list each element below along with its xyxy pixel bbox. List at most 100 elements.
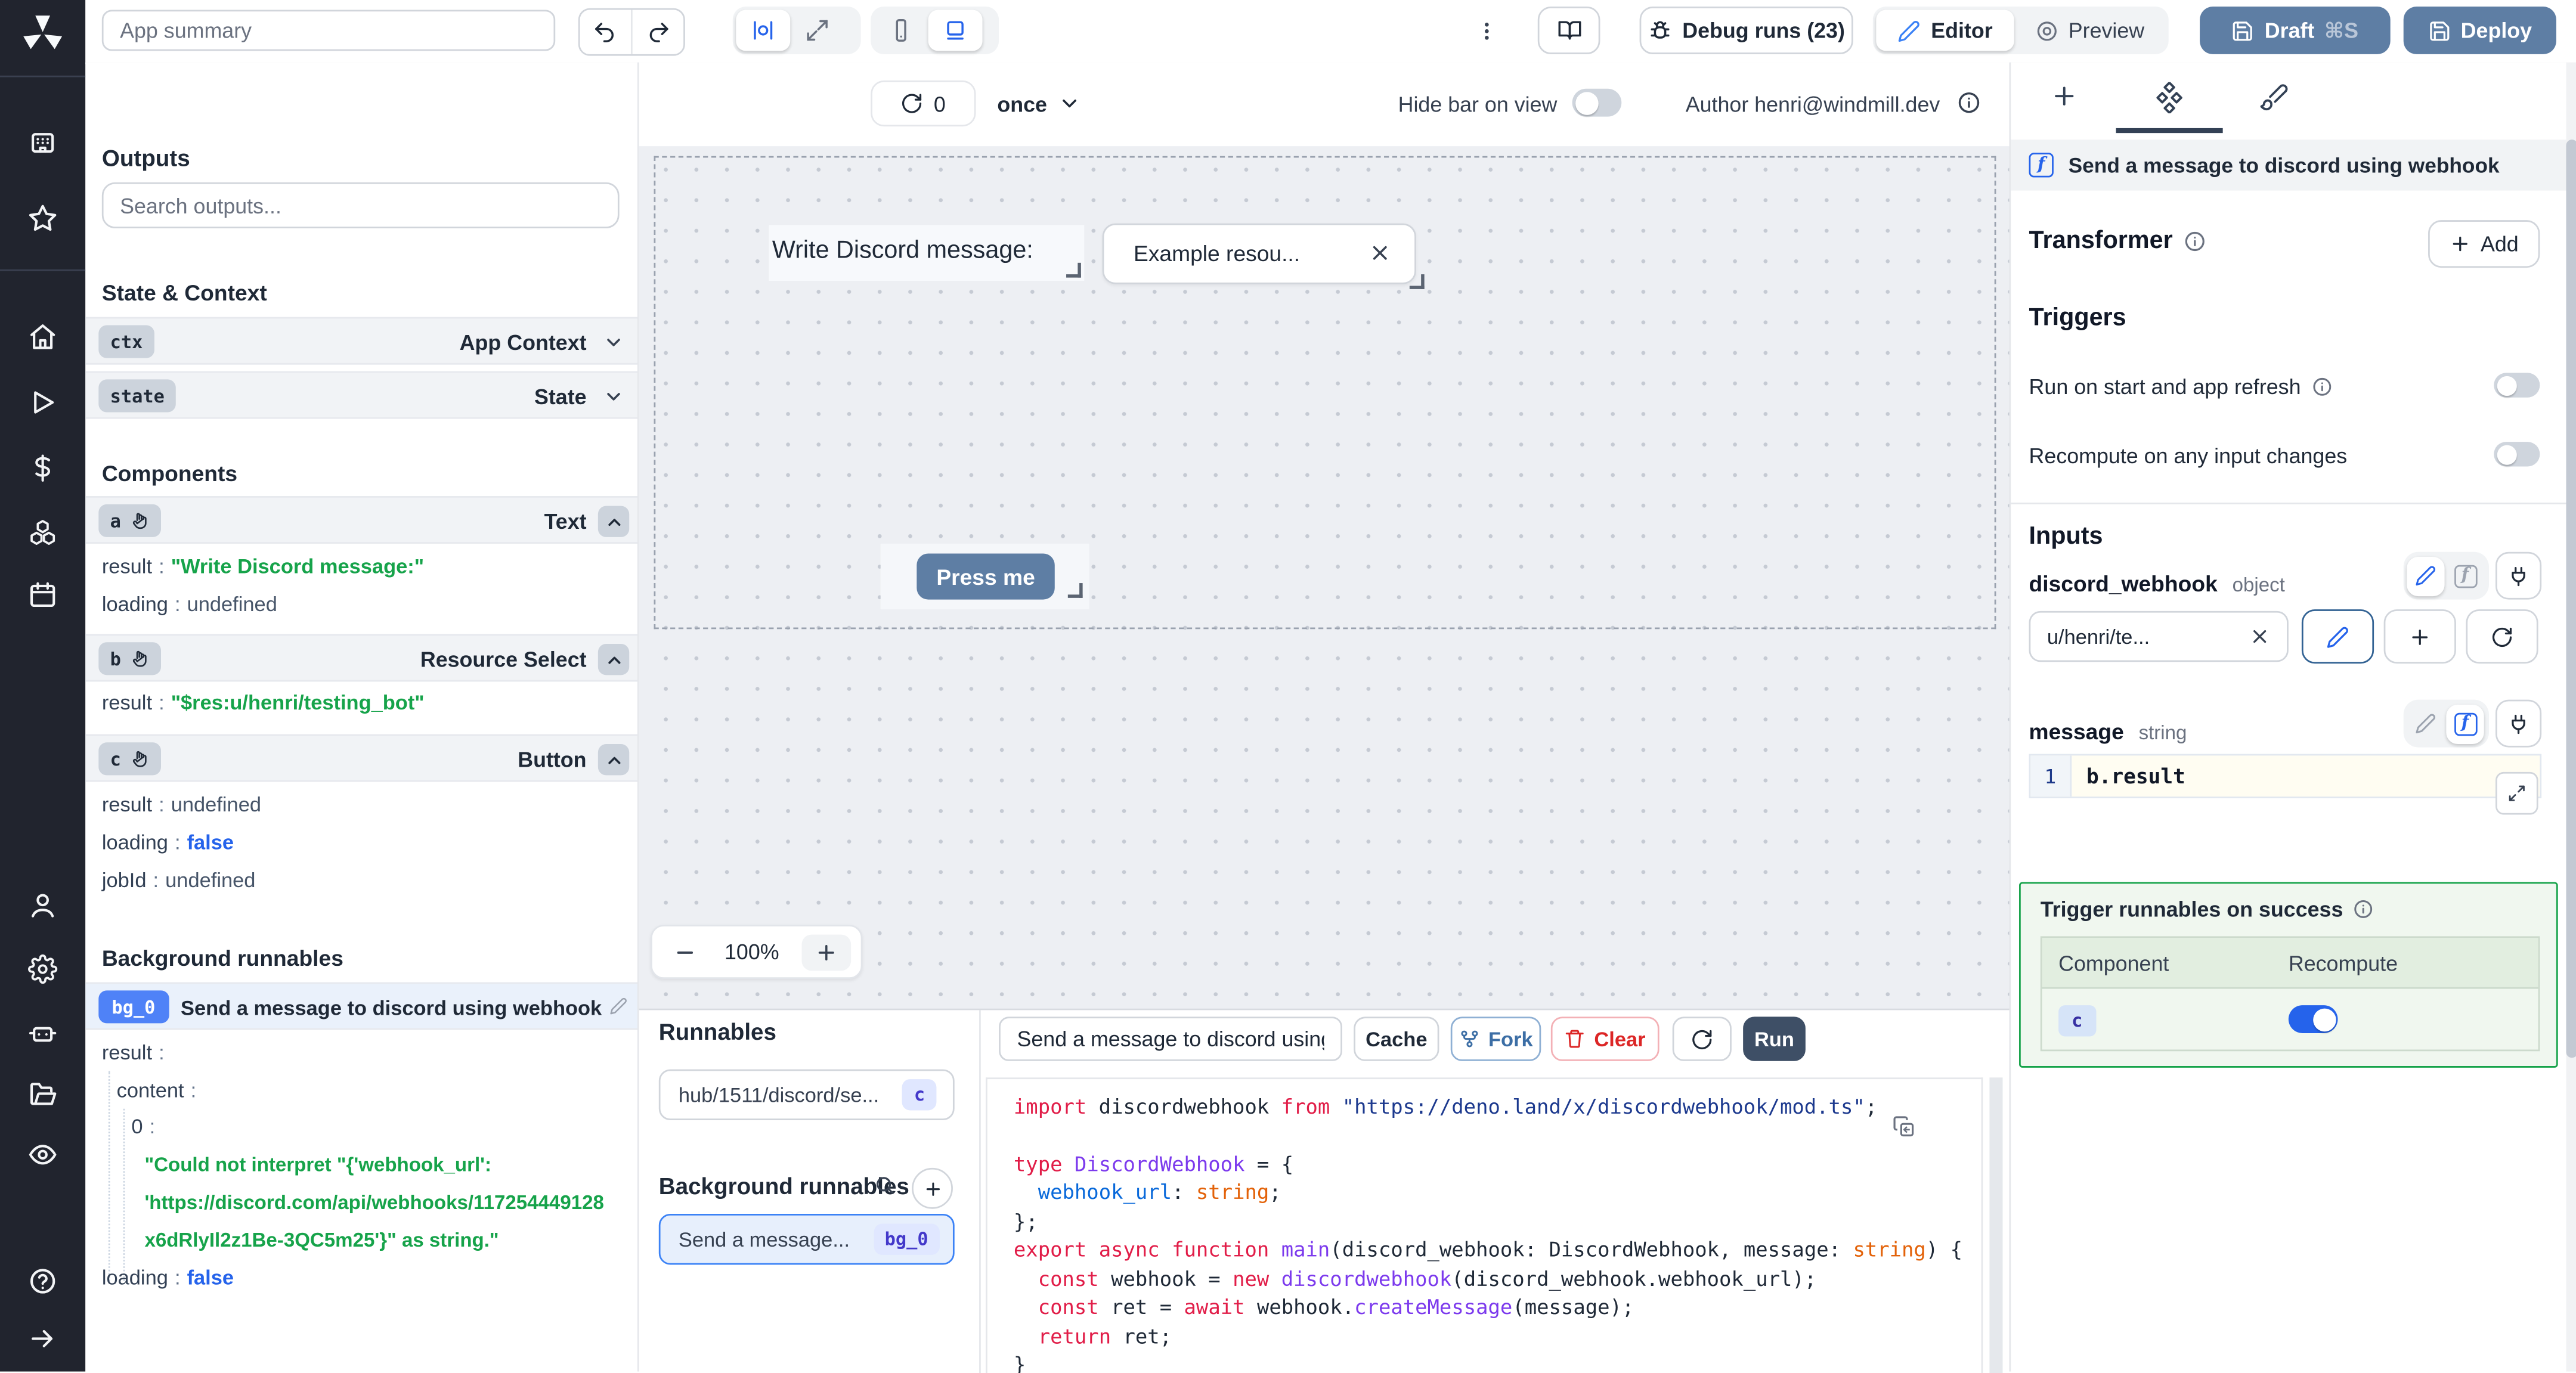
- sidebar-home-icon[interactable]: [28, 322, 58, 352]
- resize-handle[interactable]: [1067, 583, 1083, 598]
- static-pencil-icon[interactable]: [2407, 704, 2444, 743]
- sidebar-settings-gear-icon[interactable]: [28, 954, 58, 984]
- component-settings-tab-icon[interactable]: [2154, 82, 2185, 114]
- resize-handle[interactable]: [1409, 274, 1425, 289]
- connect-plug-icon[interactable]: [2495, 551, 2542, 600]
- zoom-out-minus-icon[interactable]: [674, 940, 697, 963]
- component-b-row[interactable]: b Resource Select: [85, 634, 637, 682]
- eval-function-icon[interactable]: f: [2446, 703, 2484, 743]
- recompute-toggle[interactable]: [2494, 442, 2540, 467]
- sidebar-schedules-calendar-icon[interactable]: [28, 580, 58, 610]
- copy-code-icon[interactable]: [1893, 1115, 1916, 1139]
- topbar: Debug runs (23) Editor Preview Draft ⌘S …: [85, 0, 2576, 64]
- ctx-row[interactable]: ctx App Context: [85, 317, 637, 365]
- bg0-row[interactable]: bg_0 Send a message to discord using web…: [85, 982, 637, 1030]
- windmill-logo-icon[interactable]: [23, 11, 63, 51]
- code-scrollbar[interactable]: [1989, 1077, 2003, 1373]
- sidebar-variables-dollar-icon[interactable]: [28, 453, 58, 483]
- chevron-down-icon[interactable]: [603, 332, 624, 354]
- refresh-count-button[interactable]: 0: [871, 80, 976, 127]
- runnable-name-input[interactable]: [999, 1016, 1342, 1061]
- resize-handle[interactable]: [1066, 262, 1081, 278]
- app-summary-input[interactable]: [101, 10, 556, 51]
- clear-button[interactable]: Clear: [1550, 1016, 1659, 1061]
- add-transformer-button[interactable]: Add: [2428, 220, 2540, 268]
- edit-resource-pencil-button[interactable]: [2301, 609, 2374, 664]
- refresh-code-button[interactable]: [1672, 1016, 1732, 1061]
- tab-preview[interactable]: Preview: [2015, 10, 2166, 51]
- dw-type: object: [2232, 572, 2285, 596]
- layout-toggle-group: [732, 7, 861, 54]
- run-on-start-toggle[interactable]: [2494, 373, 2540, 398]
- text-component[interactable]: Write Discord message:: [769, 225, 1085, 281]
- eval-function-icon[interactable]: f: [2446, 556, 2484, 596]
- sidebar-divider: [0, 75, 86, 78]
- add-runnable-plus-button[interactable]: [912, 1167, 953, 1209]
- redo-button[interactable]: [630, 10, 683, 54]
- align-center-button[interactable]: [736, 10, 791, 51]
- info-icon[interactable]: [2182, 229, 2206, 252]
- search-icon[interactable]: [874, 1174, 896, 1196]
- chevron-up-icon[interactable]: [597, 506, 630, 537]
- more-menu-kebab-icon[interactable]: [1473, 11, 1500, 51]
- clear-x-icon[interactable]: [1368, 241, 1392, 265]
- resource-select-component[interactable]: Example resou...: [1102, 223, 1425, 289]
- schedule-dropdown[interactable]: once: [997, 80, 1081, 126]
- code-line: export async function main(discord_webho…: [1013, 1239, 1963, 1262]
- press-me-button[interactable]: Press me: [917, 553, 1055, 600]
- debug-runs-button[interactable]: Debug runs (23): [1639, 7, 1853, 54]
- runnable-item[interactable]: hub/1511/discord/se... c: [658, 1069, 955, 1120]
- info-icon[interactable]: [2353, 898, 2374, 920]
- deploy-button[interactable]: Deploy: [2403, 7, 2556, 54]
- docs-book-button[interactable]: [1537, 7, 1600, 54]
- sidebar-runs-play-icon[interactable]: [28, 388, 58, 417]
- app-canvas[interactable]: Write Discord message: Example resou... …: [639, 146, 2010, 1009]
- insert-component-plus-icon[interactable]: [2050, 82, 2078, 110]
- desktop-view-button[interactable]: [928, 10, 983, 51]
- component-a-row[interactable]: a Text: [85, 496, 637, 544]
- chevron-up-icon[interactable]: [597, 643, 630, 675]
- clear-x-icon[interactable]: [2249, 626, 2271, 647]
- tab-editor[interactable]: Editor: [1876, 10, 2015, 51]
- state-row[interactable]: state State: [85, 371, 637, 419]
- create-resource-plus-button[interactable]: [2383, 609, 2456, 664]
- button-component-container[interactable]: Press me: [880, 543, 1089, 610]
- sidebar-favorites-star-icon[interactable]: [28, 204, 58, 234]
- maximize-button[interactable]: [790, 10, 844, 51]
- connect-plug-icon[interactable]: [2495, 699, 2542, 748]
- fork-button[interactable]: Fork: [1450, 1016, 1541, 1061]
- refresh-resource-button[interactable]: [2466, 609, 2538, 664]
- sidebar-folders-icon[interactable]: [28, 1079, 58, 1109]
- resource-value-input[interactable]: u/henri/te...: [2029, 610, 2289, 662]
- zoom-in-plus-icon[interactable]: [802, 934, 852, 970]
- sidebar-workers-robot-icon[interactable]: [28, 1018, 58, 1048]
- info-icon[interactable]: [1956, 91, 1981, 115]
- style-paintbrush-tab-icon[interactable]: [2259, 82, 2289, 112]
- search-outputs-input[interactable]: [101, 182, 620, 228]
- undo-button[interactable]: [580, 10, 631, 54]
- sidebar-help-icon[interactable]: [28, 1266, 58, 1296]
- run-button[interactable]: Run: [1743, 1016, 1806, 1061]
- save-draft-button[interactable]: Draft ⌘S: [2200, 7, 2391, 54]
- sidebar-audit-eye-icon[interactable]: [28, 1140, 58, 1170]
- chevron-down-icon[interactable]: [603, 386, 624, 407]
- chevron-up-icon[interactable]: [597, 744, 630, 776]
- cache-button[interactable]: Cache: [1354, 1016, 1439, 1061]
- mobile-view-button[interactable]: [874, 10, 928, 51]
- hide-bar-toggle[interactable]: [1572, 88, 1622, 117]
- panel-scrollbar-thumb[interactable]: [2566, 140, 2576, 1058]
- code-editor[interactable]: import discordwebhook from "https://deno…: [986, 1077, 1983, 1373]
- runnable-selected-item[interactable]: Send a message... bg_0: [658, 1214, 955, 1265]
- expand-editor-icon[interactable]: [2495, 771, 2538, 815]
- code-line: }: [1013, 1353, 1026, 1373]
- component-c-row[interactable]: c Button: [85, 734, 637, 782]
- sidebar-users-icon[interactable]: [28, 890, 58, 920]
- static-pencil-icon[interactable]: [2407, 556, 2445, 596]
- sidebar-expand-arrow-icon[interactable]: [28, 1324, 58, 1354]
- sidebar-workspace-icon[interactable]: [28, 128, 58, 158]
- edit-pencil-icon[interactable]: [609, 997, 627, 1015]
- message-expr-editor[interactable]: 1 b.result: [2029, 754, 2542, 798]
- sidebar-resources-boxes-icon[interactable]: [28, 517, 58, 547]
- recompute-row-toggle[interactable]: [2288, 1005, 2338, 1033]
- info-icon[interactable]: [2311, 376, 2332, 398]
